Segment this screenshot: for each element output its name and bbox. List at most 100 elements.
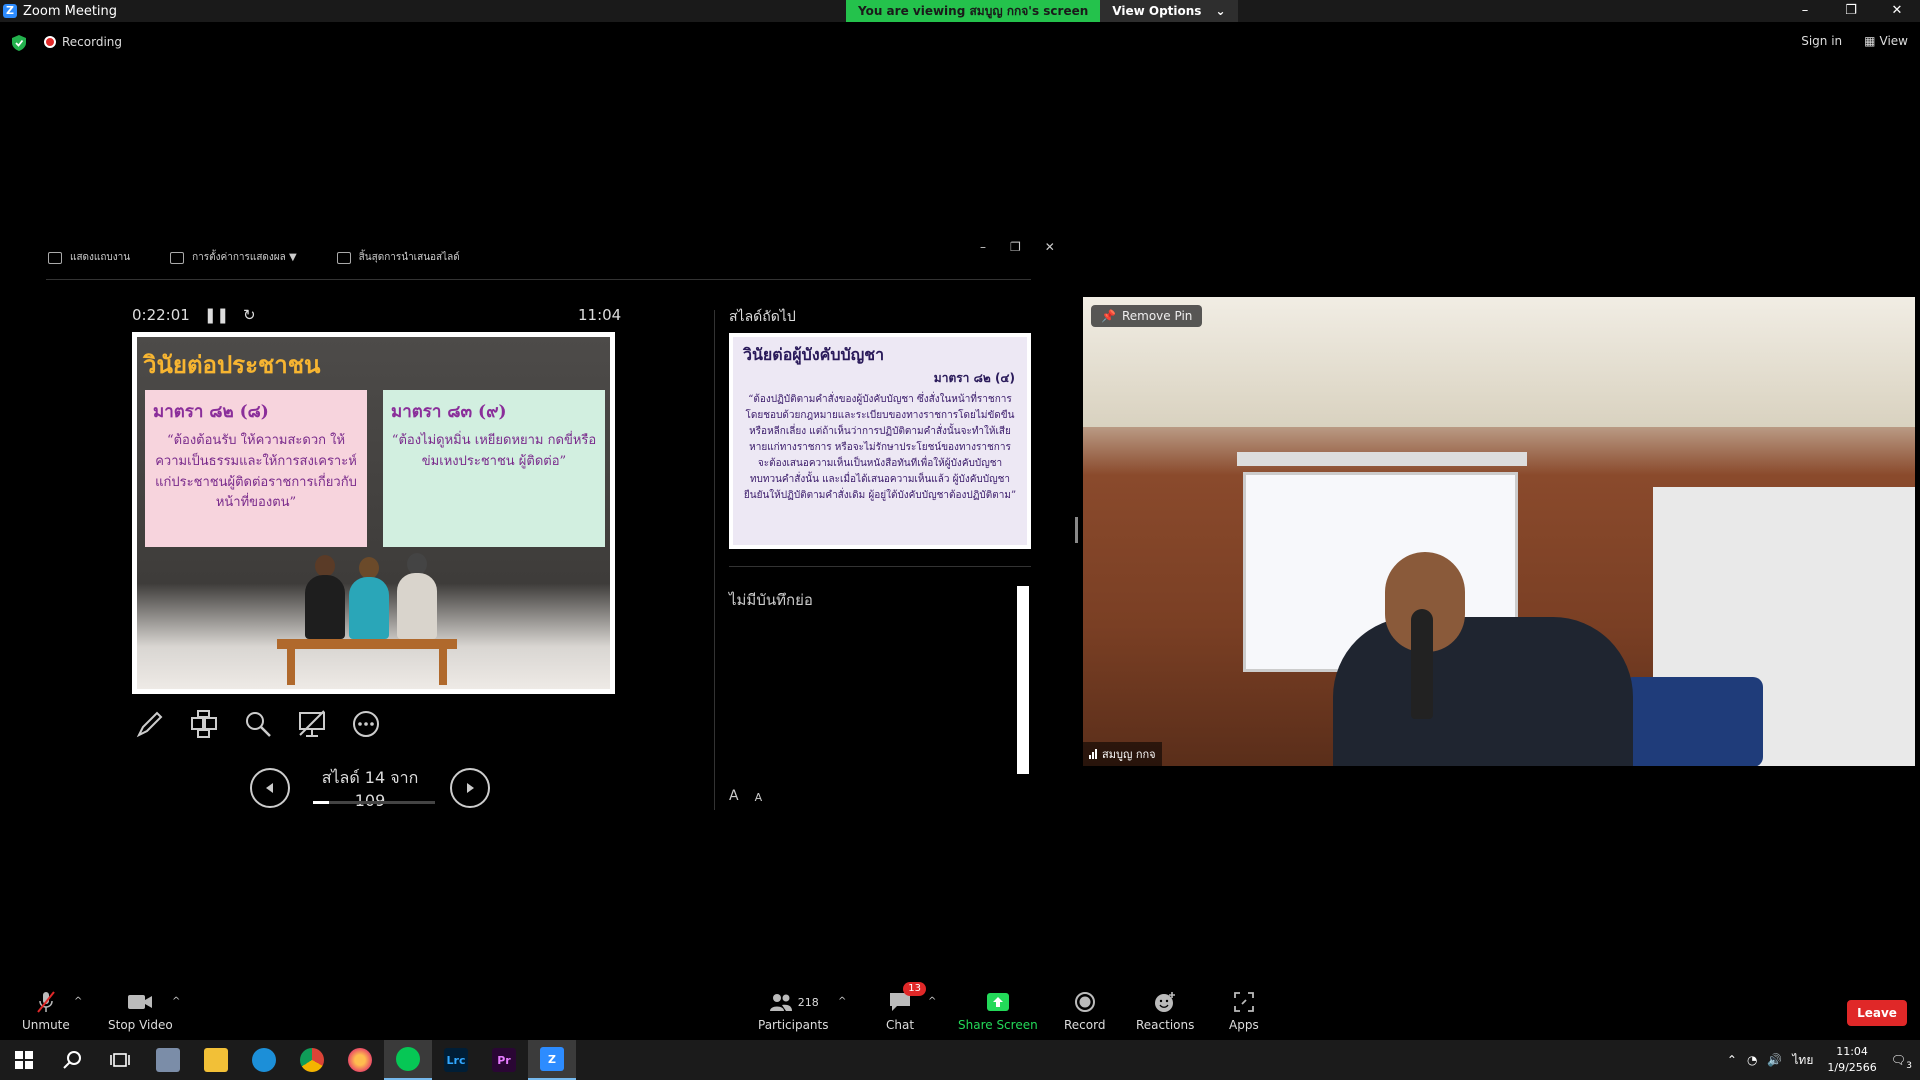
lightroom-classic-icon: Lrc xyxy=(444,1048,468,1072)
taskbar-app-chrome[interactable] xyxy=(288,1040,336,1080)
show-taskbar-label: แสดงแถบงาน xyxy=(70,252,131,263)
presenter-minimize-icon[interactable]: – xyxy=(980,240,986,254)
taskbar-app-mail[interactable] xyxy=(144,1040,192,1080)
decrease-font-button[interactable]: A xyxy=(755,791,763,804)
smiley-icon xyxy=(1151,990,1179,1014)
taskbar-date: 1/9/2566 xyxy=(1827,1061,1877,1074)
reactions-button[interactable]: Reactions xyxy=(1136,990,1194,1032)
person-shape xyxy=(397,573,437,639)
premiere-pro-icon: Pr xyxy=(492,1048,516,1072)
speaker-body xyxy=(1333,617,1633,766)
share-screen-button[interactable]: Share Screen xyxy=(958,990,1038,1032)
edge-browser-icon xyxy=(252,1048,276,1072)
leave-button[interactable]: Leave xyxy=(1847,1000,1907,1026)
slide-box-section-82: มาตรา ๘๒ (๘) “ต้องต้อนรับ ให้ความสะดวก ใ… xyxy=(145,390,367,547)
chat-caret[interactable]: ^ xyxy=(928,996,936,1007)
participants-caret[interactable]: ^ xyxy=(838,996,846,1007)
window-title: Zoom Meeting xyxy=(23,3,118,19)
see-all-slides-icon[interactable] xyxy=(188,708,220,740)
view-label: View xyxy=(1879,34,1908,48)
unmute-button[interactable]: Unmute xyxy=(22,990,70,1032)
presenter-window-controls: – ❐ ✕ xyxy=(980,240,1055,254)
taskbar-app-line[interactable] xyxy=(384,1040,432,1080)
remove-pin-button[interactable]: 📌 Remove Pin xyxy=(1091,305,1203,327)
share-screen-label: Share Screen xyxy=(958,1018,1038,1032)
input-language[interactable]: ไทย xyxy=(1792,1051,1813,1070)
view-button[interactable]: ▦ View xyxy=(1864,34,1908,48)
recording-indicator[interactable]: Recording xyxy=(44,35,122,49)
person-head xyxy=(407,553,427,575)
taskbar-time: 11:04 xyxy=(1836,1045,1868,1058)
restore-button[interactable]: ❐ xyxy=(1828,0,1874,22)
end-slideshow-icon xyxy=(336,251,351,264)
volume-icon[interactable]: 🔊 xyxy=(1767,1053,1782,1067)
signal-strength-icon xyxy=(1089,749,1097,759)
recording-dot-icon xyxy=(44,36,56,48)
taskbar-app-lightroom[interactable]: Lrc xyxy=(432,1040,480,1080)
sign-in-button[interactable]: Sign in xyxy=(1801,34,1842,48)
slide-tools xyxy=(134,708,382,740)
notes-scrollbar[interactable] xyxy=(1017,586,1029,774)
box1-heading: มาตรา ๘๒ (๘) xyxy=(153,402,269,422)
stop-video-button[interactable]: Stop Video xyxy=(108,990,173,1032)
end-slideshow-button[interactable]: สิ้นสุดการนำเสนอสไลด์ xyxy=(336,250,460,265)
grid-view-icon: ▦ xyxy=(1864,34,1876,48)
close-button[interactable]: ✕ xyxy=(1874,0,1920,22)
black-screen-icon[interactable] xyxy=(296,708,328,740)
participant-name: สมบูญ กกจ xyxy=(1102,748,1156,761)
taskbar-clock[interactable]: 11:04 1/9/2566 xyxy=(1827,1044,1876,1076)
notification-center-icon[interactable]: 🗨 3 xyxy=(1891,1053,1912,1071)
next-slide-button[interactable] xyxy=(450,768,490,808)
record-button[interactable]: Record xyxy=(1064,990,1105,1032)
previous-slide-button[interactable] xyxy=(250,768,290,808)
chat-unread-badge: 13 xyxy=(903,982,927,996)
presenter-close-icon[interactable]: ✕ xyxy=(1045,240,1055,254)
taskbar-app-premiere[interactable]: Pr xyxy=(480,1040,528,1080)
person-shape xyxy=(349,577,389,639)
show-hidden-icons-chevron-icon[interactable]: ⌃ xyxy=(1727,1053,1737,1067)
more-options-icon[interactable] xyxy=(350,708,382,740)
video-options-caret[interactable]: ^ xyxy=(172,996,180,1007)
increase-font-button[interactable]: A xyxy=(729,788,739,804)
presenter-restore-icon[interactable]: ❐ xyxy=(1010,240,1021,254)
chevron-down-icon: ⌄ xyxy=(1215,4,1226,18)
notes-font-controls: A A xyxy=(729,788,762,804)
meeting-toolbar: Unmute ^ Stop Video ^ 218 Participants ^… xyxy=(0,980,1920,1040)
participants-button[interactable]: 218 Participants xyxy=(758,990,829,1032)
minimize-button[interactable]: – xyxy=(1782,0,1828,22)
restart-timer-icon[interactable]: ↻ xyxy=(243,306,256,324)
participant-count: 218 xyxy=(797,995,819,1009)
taskbar-app-edge[interactable] xyxy=(240,1040,288,1080)
presenter-toolbar: แสดงแถบงาน การตั้งค่าการแสดงผล ▼ สิ้นสุด… xyxy=(48,250,460,265)
recording-label: Recording xyxy=(62,35,123,49)
taskbar-icon xyxy=(48,251,62,264)
remove-pin-label: Remove Pin xyxy=(1121,309,1193,323)
wifi-icon[interactable]: ◔ xyxy=(1747,1053,1757,1067)
box1-text: “ต้องต้อนรับ ให้ความสะดวก ให้ความเป็นธรร… xyxy=(155,433,357,511)
encryption-shield-icon[interactable] xyxy=(12,35,26,51)
presenter-split xyxy=(714,310,715,810)
display-settings-button[interactable]: การตั้งค่าการแสดงผล ▼ xyxy=(170,250,297,265)
start-button[interactable] xyxy=(0,1040,48,1080)
viewing-banner: You are viewing สมบูญ กกจ's screen View … xyxy=(846,0,1238,22)
zoom-window: Z Zoom Meeting You are viewing สมบูญ กกจ… xyxy=(0,0,1920,1080)
taskbar-app-explorer[interactable] xyxy=(192,1040,240,1080)
taskbar-app-zoom[interactable]: Z xyxy=(528,1040,576,1080)
microphone xyxy=(1411,609,1433,719)
pen-tool-icon[interactable] xyxy=(134,708,166,740)
split-resize-handle[interactable] xyxy=(1075,517,1078,543)
audio-options-caret[interactable]: ^ xyxy=(74,996,82,1007)
zoom-logo-icon: Z xyxy=(3,4,17,18)
search-button[interactable] xyxy=(48,1040,96,1080)
apps-label: Apps xyxy=(1229,1018,1259,1032)
taskbar-app-firefox[interactable] xyxy=(336,1040,384,1080)
person-shape xyxy=(305,575,345,639)
pause-icon[interactable]: ❚❚ xyxy=(204,306,229,324)
apps-button[interactable]: Apps xyxy=(1229,990,1259,1032)
zoom-slide-icon[interactable] xyxy=(242,708,274,740)
projector-bar xyxy=(1237,452,1527,466)
view-options-button[interactable]: View Options ⌄ xyxy=(1100,0,1238,22)
show-taskbar-button[interactable]: แสดงแถบงาน xyxy=(48,250,130,265)
task-view-button[interactable] xyxy=(96,1040,144,1080)
chat-button[interactable]: 13 Chat xyxy=(886,982,927,1032)
